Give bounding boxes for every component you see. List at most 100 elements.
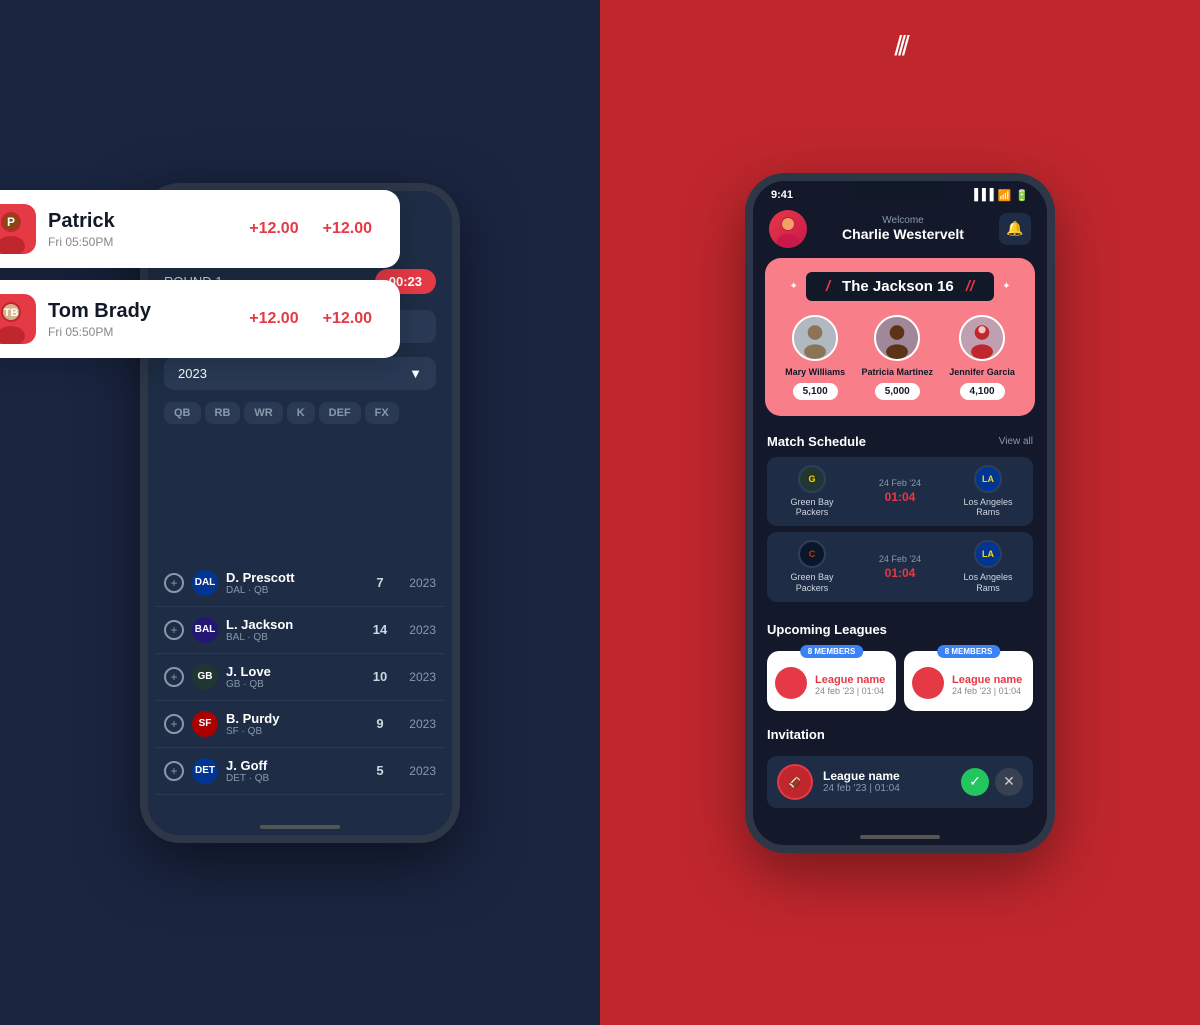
section-header: Upcoming Leagues: [767, 622, 1033, 637]
player-card-patrick[interactable]: P Patrick Fri 05:50PM +12.00 +12.00: [0, 190, 400, 268]
user-name: Charlie Westervelt: [817, 226, 989, 242]
sparkle-decoration: ///: [894, 30, 905, 62]
dropdown-arrow-icon: ▼: [409, 366, 422, 381]
away-team: LA Los Angeles Rams: [953, 540, 1023, 594]
invitation-row: 🏈 League name 24 feb '23 | 01:04 ✓ ✕: [767, 756, 1033, 808]
pos-tab-k[interactable]: K: [287, 402, 315, 424]
player-name: J. Goff: [226, 758, 360, 773]
table-row[interactable]: + BAL L. Jackson BAL · QB 14 2023: [156, 607, 444, 654]
team-name: The Jackson 16: [842, 278, 954, 295]
team-card: ✦ / The Jackson 16 // ✦: [765, 258, 1035, 416]
player-info: D. Prescott DAL · QB: [226, 570, 360, 596]
league-date: 24 feb '23 | 01:04: [815, 686, 885, 696]
reject-invitation-button[interactable]: ✕: [995, 768, 1023, 796]
pos-tab-def[interactable]: DEF: [319, 402, 361, 424]
member-name: Mary Williams: [785, 367, 845, 377]
team-logo: DET: [192, 758, 218, 784]
invitation-actions: ✓ ✕: [961, 768, 1023, 796]
match-time: 01:04: [885, 490, 916, 504]
league-card[interactable]: 8 MEMBERS League name 24 feb '23 | 01:04: [767, 651, 896, 711]
match-row[interactable]: C Green Bay Packers 24 Feb '24 01:04 LA …: [767, 532, 1033, 602]
member-score: 4,100: [960, 383, 1005, 400]
player-score-2: +12.00: [323, 310, 372, 328]
section-title: Upcoming Leagues: [767, 622, 887, 637]
player-name: Tom Brady: [48, 300, 237, 323]
right-phone-screen: 9:41 ▐▐▐ 📶 🔋 Welcome: [753, 181, 1047, 845]
member-name: Jennifer Garcia: [949, 367, 1015, 377]
player-year: 2023: [400, 576, 436, 590]
star-right-icon: ✦: [1002, 281, 1010, 292]
left-panel: ‹ Select Team Player ROUND 1 00:23 Searc…: [0, 0, 600, 1025]
invitation-section: Invitation: [753, 719, 1047, 756]
player-number: 14: [368, 622, 392, 637]
player-name: Patrick: [48, 210, 237, 233]
section-header: Match Schedule View all: [767, 434, 1033, 449]
year-value: 2023: [178, 366, 207, 381]
year-dropdown[interactable]: 2023 ▼: [164, 357, 436, 390]
player-team: GB · QB: [226, 679, 360, 690]
add-player-button[interactable]: +: [164, 761, 184, 781]
team-logo: G: [798, 465, 826, 493]
player-info: Patrick Fri 05:50PM: [48, 210, 237, 249]
floating-player-cards: P Patrick Fri 05:50PM +12.00 +12.00 TB: [0, 190, 400, 358]
home-indicator: [860, 835, 940, 839]
position-tabs: QB RB WR K DEF FX: [148, 396, 452, 430]
player-team: BAL · QB: [226, 632, 360, 643]
match-center: 24 Feb '24 01:04: [879, 554, 921, 580]
team-name: Los Angeles Rams: [953, 497, 1023, 519]
section-title: Invitation: [767, 727, 825, 742]
player-avatar: P: [0, 204, 36, 254]
table-row[interactable]: + GB J. Love GB · QB 10 2023: [156, 654, 444, 701]
team-logo: LA: [974, 540, 1002, 568]
home-team: G Green Bay Packers: [777, 465, 847, 519]
status-time: 9:41: [771, 189, 793, 201]
welcome-text: Welcome Charlie Westervelt: [817, 215, 989, 242]
right-panel: /// 9:41 ▐▐▐ 📶 🔋: [600, 0, 1200, 1025]
table-row[interactable]: + DAL D. Prescott DAL · QB 7 2023: [156, 560, 444, 607]
upcoming-leagues-section: Upcoming Leagues: [753, 614, 1047, 651]
player-time: Fri 05:50PM: [48, 325, 237, 339]
add-player-button[interactable]: +: [164, 573, 184, 593]
team-logo: LA: [974, 465, 1002, 493]
team-member: Mary Williams 5,100: [785, 315, 845, 400]
team-logo: SF: [192, 711, 218, 737]
player-number: 9: [368, 716, 392, 731]
team-members: Mary Williams 5,100 Patricia Martine: [777, 315, 1023, 400]
table-row[interactable]: + DET J. Goff DET · QB 5 2023: [156, 748, 444, 795]
add-player-button[interactable]: +: [164, 714, 184, 734]
pos-tab-rb[interactable]: RB: [205, 402, 241, 424]
league-card[interactable]: 8 MEMBERS League name 24 feb '23 | 01:04: [904, 651, 1033, 711]
match-row[interactable]: G Green Bay Packers 24 Feb '24 01:04 LA …: [767, 457, 1033, 527]
pos-tab-qb[interactable]: QB: [164, 402, 201, 424]
pos-tab-fx[interactable]: FX: [365, 402, 399, 424]
member-score: 5,000: [875, 383, 920, 400]
away-team: LA Los Angeles Rams: [953, 465, 1023, 519]
player-info: Tom Brady Fri 05:50PM: [48, 300, 237, 339]
team-name: Los Angeles Rams: [953, 572, 1023, 594]
invitation-name: League name: [823, 769, 951, 783]
add-player-button[interactable]: +: [164, 667, 184, 687]
section-title: Match Schedule: [767, 434, 866, 449]
member-avatar: [959, 315, 1005, 361]
player-list: + DAL D. Prescott DAL · QB 7 2023 + BAL: [148, 560, 452, 835]
member-avatar: [792, 315, 838, 361]
view-all-link[interactable]: View all: [999, 436, 1033, 447]
table-row[interactable]: + SF B. Purdy SF · QB 9 2023: [156, 701, 444, 748]
match-date: 24 Feb '24: [879, 478, 921, 488]
team-logo: GB: [192, 664, 218, 690]
player-year: 2023: [400, 670, 436, 684]
player-team: SF · QB: [226, 726, 360, 737]
league-date: 24 feb '23 | 01:04: [952, 686, 1022, 696]
player-score-2: +12.00: [323, 220, 372, 238]
player-card-brady[interactable]: TB Tom Brady Fri 05:50PM +12.00 +12.00: [0, 280, 400, 358]
player-name: B. Purdy: [226, 711, 360, 726]
user-header: Welcome Charlie Westervelt 🔔: [753, 206, 1047, 258]
notification-bell-icon[interactable]: 🔔: [999, 213, 1031, 245]
player-year: 2023: [400, 717, 436, 731]
accept-invitation-button[interactable]: ✓: [961, 768, 989, 796]
user-avatar: [769, 210, 807, 248]
league-logo: [912, 667, 944, 699]
add-player-button[interactable]: +: [164, 620, 184, 640]
members-badge: 8 MEMBERS: [937, 645, 1001, 658]
pos-tab-wr[interactable]: WR: [244, 402, 282, 424]
